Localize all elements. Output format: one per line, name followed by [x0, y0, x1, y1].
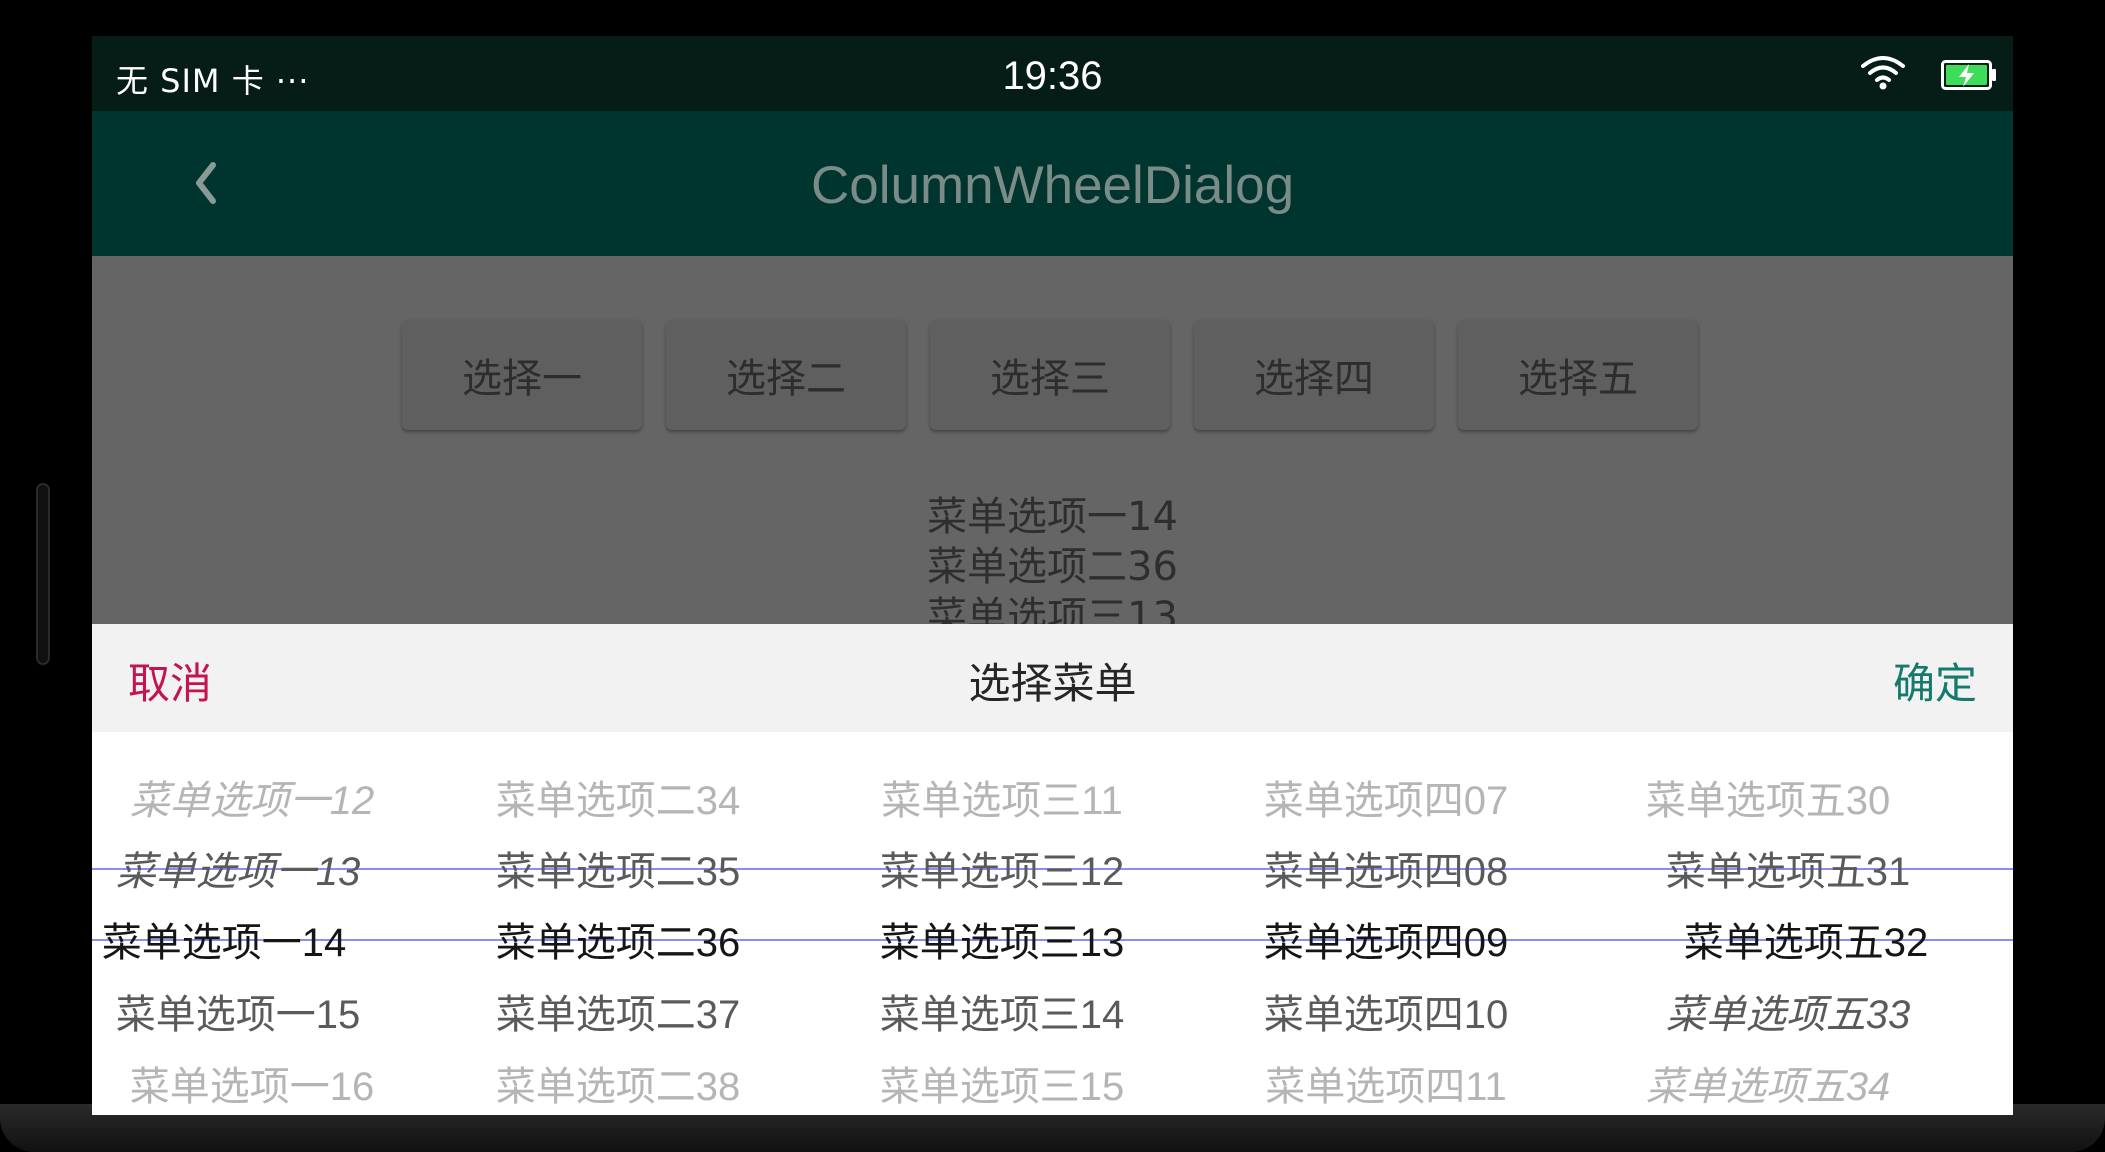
select-button-4[interactable]: 选择四	[1194, 320, 1434, 430]
wheel-column-5[interactable]: 菜单选项五30 菜单选项五31 菜单选项五32 菜单选项五33 菜单选项五34	[1628, 732, 2012, 1115]
select-button-row: 选择一 选择二 选择三 选择四 选择五	[402, 320, 1698, 430]
wheel-item-selected[interactable]: 菜单选项三13	[810, 910, 1194, 968]
device-side-button	[36, 483, 50, 665]
result-line: 菜单选项三13	[927, 594, 1178, 624]
wheel-item[interactable]: 菜单选项二37	[426, 982, 810, 1040]
wheel-item-selected[interactable]: 菜单选项一14	[92, 910, 416, 968]
device-frame: 无 SIM 卡 ··· 19:36 ColumnWheelDialog 选择一 …	[0, 0, 2105, 1152]
wheel-item[interactable]: 菜单选项三15	[810, 1054, 1194, 1112]
select-button-5[interactable]: 选择五	[1458, 320, 1698, 430]
wheel-item[interactable]: 菜单选项五34	[1576, 1054, 1960, 1112]
status-clock: 19:36	[1002, 54, 1103, 98]
wheel-column-1[interactable]: 菜单选项一12 菜单选项一13 菜单选项一14 菜单选项一15 菜单选项一16	[92, 732, 476, 1115]
wheel-item[interactable]: 菜单选项五33	[1596, 982, 1980, 1040]
wheel-item[interactable]: 菜单选项五31	[1596, 839, 1980, 897]
select-button-2[interactable]: 选择二	[666, 320, 906, 430]
app-title: ColumnWheelDialog	[810, 156, 1295, 215]
selection-results: 菜单选项一14 菜单选项二36 菜单选项三13	[92, 492, 2013, 624]
status-bar: 无 SIM 卡 ··· 19:36	[92, 36, 2013, 111]
dialog-header: 取消 选择菜单 确定	[92, 624, 2013, 732]
page-content: 选择一 选择二 选择三 选择四 选择五 菜单选项一14 菜单选项二36 菜单选项…	[92, 256, 2013, 624]
wheel-item[interactable]: 菜单选项四07	[1194, 768, 1578, 826]
wheel-item[interactable]: 菜单选项一15	[92, 982, 430, 1040]
wheel-item[interactable]: 菜单选项二35	[426, 839, 810, 897]
wifi-icon	[1861, 56, 1905, 90]
app-bar: ColumnWheelDialog	[92, 111, 2013, 256]
wheel-item[interactable]: 菜单选项二34	[426, 768, 810, 826]
wheel-item-selected[interactable]: 菜单选项四09	[1194, 910, 1578, 968]
wheel-item[interactable]: 菜单选项四08	[1194, 839, 1578, 897]
wheel-item[interactable]: 菜单选项四10	[1194, 982, 1578, 1040]
wheel-item-selected[interactable]: 菜单选项二36	[426, 910, 810, 968]
wheel-column-4[interactable]: 菜单选项四07 菜单选项四08 菜单选项四09 菜单选项四10 菜单选项四11	[1244, 732, 1628, 1115]
confirm-button[interactable]: 确定	[1893, 650, 1977, 711]
select-button-1[interactable]: 选择一	[402, 320, 642, 430]
select-button-3[interactable]: 选择三	[930, 320, 1170, 430]
wheel-column-3[interactable]: 菜单选项三11 菜单选项三12 菜单选项三13 菜单选项三14 菜单选项三15	[860, 732, 1244, 1115]
wheel-item[interactable]: 菜单选项一16	[92, 1054, 444, 1112]
result-line: 菜单选项一14	[927, 494, 1178, 540]
battery-charging-icon	[1941, 60, 1996, 90]
dialog-title: 选择菜单	[968, 659, 1137, 708]
cancel-button[interactable]: 取消	[128, 650, 212, 711]
wheel-item[interactable]: 菜单选项二38	[426, 1054, 810, 1112]
wheel-item[interactable]: 菜单选项三14	[810, 982, 1194, 1040]
wheel-item-selected[interactable]: 菜单选项五32	[1614, 910, 1998, 968]
wheel-item[interactable]: 菜单选项一12	[92, 768, 444, 826]
wheel-item[interactable]: 菜单选项三11	[810, 768, 1194, 826]
result-line: 菜单选项二36	[927, 544, 1178, 590]
wheel-column-2[interactable]: 菜单选项二34 菜单选项二35 菜单选项二36 菜单选项二37 菜单选项二38	[476, 732, 860, 1115]
screen: 无 SIM 卡 ··· 19:36 ColumnWheelDialog 选择一 …	[92, 36, 2013, 1115]
wheel-picker: 菜单选项一12 菜单选项一13 菜单选项一14 菜单选项一15 菜单选项一16 …	[92, 732, 2013, 1115]
wheel-item[interactable]: 菜单选项三12	[810, 839, 1194, 897]
wheel-item[interactable]: 菜单选项四11	[1194, 1054, 1578, 1112]
wheel-item[interactable]: 菜单选项五30	[1576, 768, 1960, 826]
wheel-item[interactable]: 菜单选项一13	[92, 839, 430, 897]
